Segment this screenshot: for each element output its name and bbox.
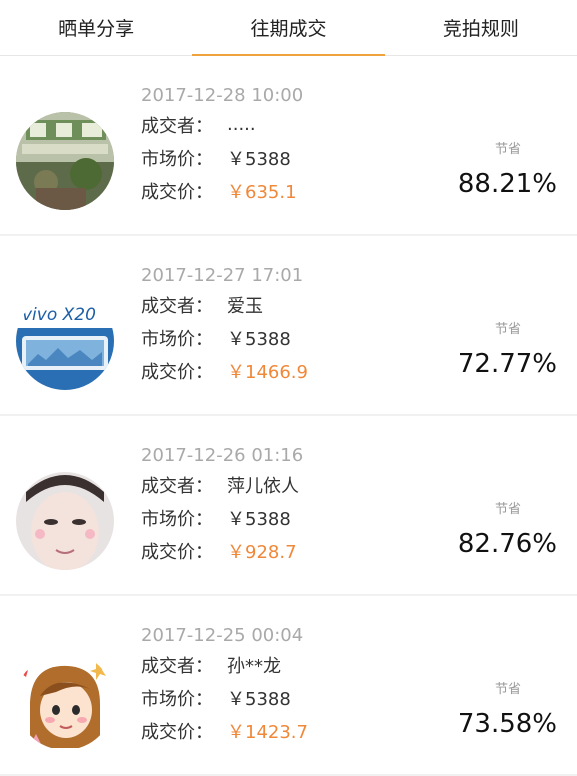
deal-date: 2017-12-27 17:01 <box>141 265 304 286</box>
winner-label: 成交者： <box>141 115 213 137</box>
winner-name: 孙**龙 <box>227 655 281 677</box>
market-price: ￥5388 <box>227 688 291 710</box>
storefront-photo-icon <box>16 112 114 210</box>
deal-date: 2017-12-28 10:00 <box>141 85 304 106</box>
market-price-label: 市场价： <box>141 508 213 530</box>
deal-date: 2017-12-26 01:16 <box>141 445 304 466</box>
market-price: ￥5388 <box>227 328 291 350</box>
saving-percent: 73.58% <box>457 709 557 739</box>
saving-block: 节省 82.76% <box>437 498 557 559</box>
saving-percent: 82.76% <box>457 529 557 559</box>
tab-show-orders[interactable]: 晒单分享 <box>0 0 192 55</box>
winner-label: 成交者： <box>141 655 213 677</box>
tab-bar: 晒单分享 往期成交 竞拍规则 <box>0 0 577 56</box>
saving-block: 节省 73.58% <box>437 678 557 739</box>
saving-label: 节省 <box>494 322 521 337</box>
deal-price-label: 成交价： <box>141 361 213 383</box>
saving-label: 节省 <box>494 682 521 697</box>
market-price: ￥5388 <box>227 508 291 530</box>
avatar <box>16 652 114 750</box>
saving-block: 节省 88.21% <box>437 138 557 199</box>
deal-price: ￥1423.7 <box>227 721 308 743</box>
list-item[interactable]: vivo X20 2017-12-27 17:01 成交者： 爱玉 市场价： ￥53… <box>0 236 577 414</box>
avatar <box>16 112 114 210</box>
market-price-label: 市场价： <box>141 328 213 350</box>
winner-label: 成交者： <box>141 475 213 497</box>
winner-label: 成交者： <box>141 295 213 317</box>
winner-name: 萍儿依人 <box>227 475 299 497</box>
deal-price: ￥1466.9 <box>227 361 308 383</box>
cartoon-girl-icon <box>16 652 114 750</box>
winner-name: ..... <box>227 114 256 135</box>
deal-list: 2017-12-28 10:00 成交者：..... 市场价： ￥5388 成交价… <box>0 56 577 776</box>
deal-price: ￥928.7 <box>227 541 297 563</box>
deal-info: 2017-12-25 00:04 成交者： 孙**龙 市场价： ￥5388 成交价：… <box>141 624 308 747</box>
phone-icon: vivo X20 <box>16 292 114 390</box>
deal-date: 2017-12-25 00:04 <box>141 625 304 646</box>
market-price: ￥5388 <box>227 148 291 170</box>
deal-info: 2017-12-28 10:00 成交者：..... 市场价： ￥5388 成交价… <box>141 84 303 207</box>
list-item[interactable]: 2017-12-26 01:16 成交者： 萍儿依人 市场价： ￥5388 成交价：… <box>0 416 577 594</box>
saving-label: 节省 <box>494 142 521 157</box>
avatar <box>16 472 114 570</box>
face-photo-icon <box>16 472 114 570</box>
deal-price: ￥635.1 <box>227 181 297 203</box>
tab-auction-rules[interactable]: 竞拍规则 <box>385 0 577 55</box>
deal-info: 2017-12-27 17:01 成交者： 爱玉 市场价： ￥5388 成交价： ￥1… <box>141 264 308 387</box>
deal-price-label: 成交价： <box>141 721 213 743</box>
deal-info: 2017-12-26 01:16 成交者： 萍儿依人 市场价： ￥5388 成交价：… <box>141 444 303 567</box>
market-price-label: 市场价： <box>141 688 213 710</box>
tab-past-deals[interactable]: 往期成交 <box>192 0 385 56</box>
list-item[interactable]: 2017-12-25 00:04 成交者： 孙**龙 市场价： ￥5388 成交价：… <box>0 596 577 774</box>
winner-name: 爱玉 <box>227 295 263 317</box>
list-item[interactable]: 2017-12-28 10:00 成交者：..... 市场价： ￥5388 成交价… <box>0 56 577 234</box>
deal-price-label: 成交价： <box>141 541 213 563</box>
market-price-label: 市场价： <box>141 148 213 170</box>
deal-price-label: 成交价： <box>141 181 213 203</box>
svg-text:vivo X20: vivo X20 <box>22 305 96 325</box>
saving-percent: 72.77% <box>457 349 557 379</box>
saving-label: 节省 <box>494 502 521 517</box>
saving-percent: 88.21% <box>457 169 557 199</box>
saving-block: 节省 72.77% <box>437 318 557 379</box>
avatar: vivo X20 <box>16 292 114 390</box>
